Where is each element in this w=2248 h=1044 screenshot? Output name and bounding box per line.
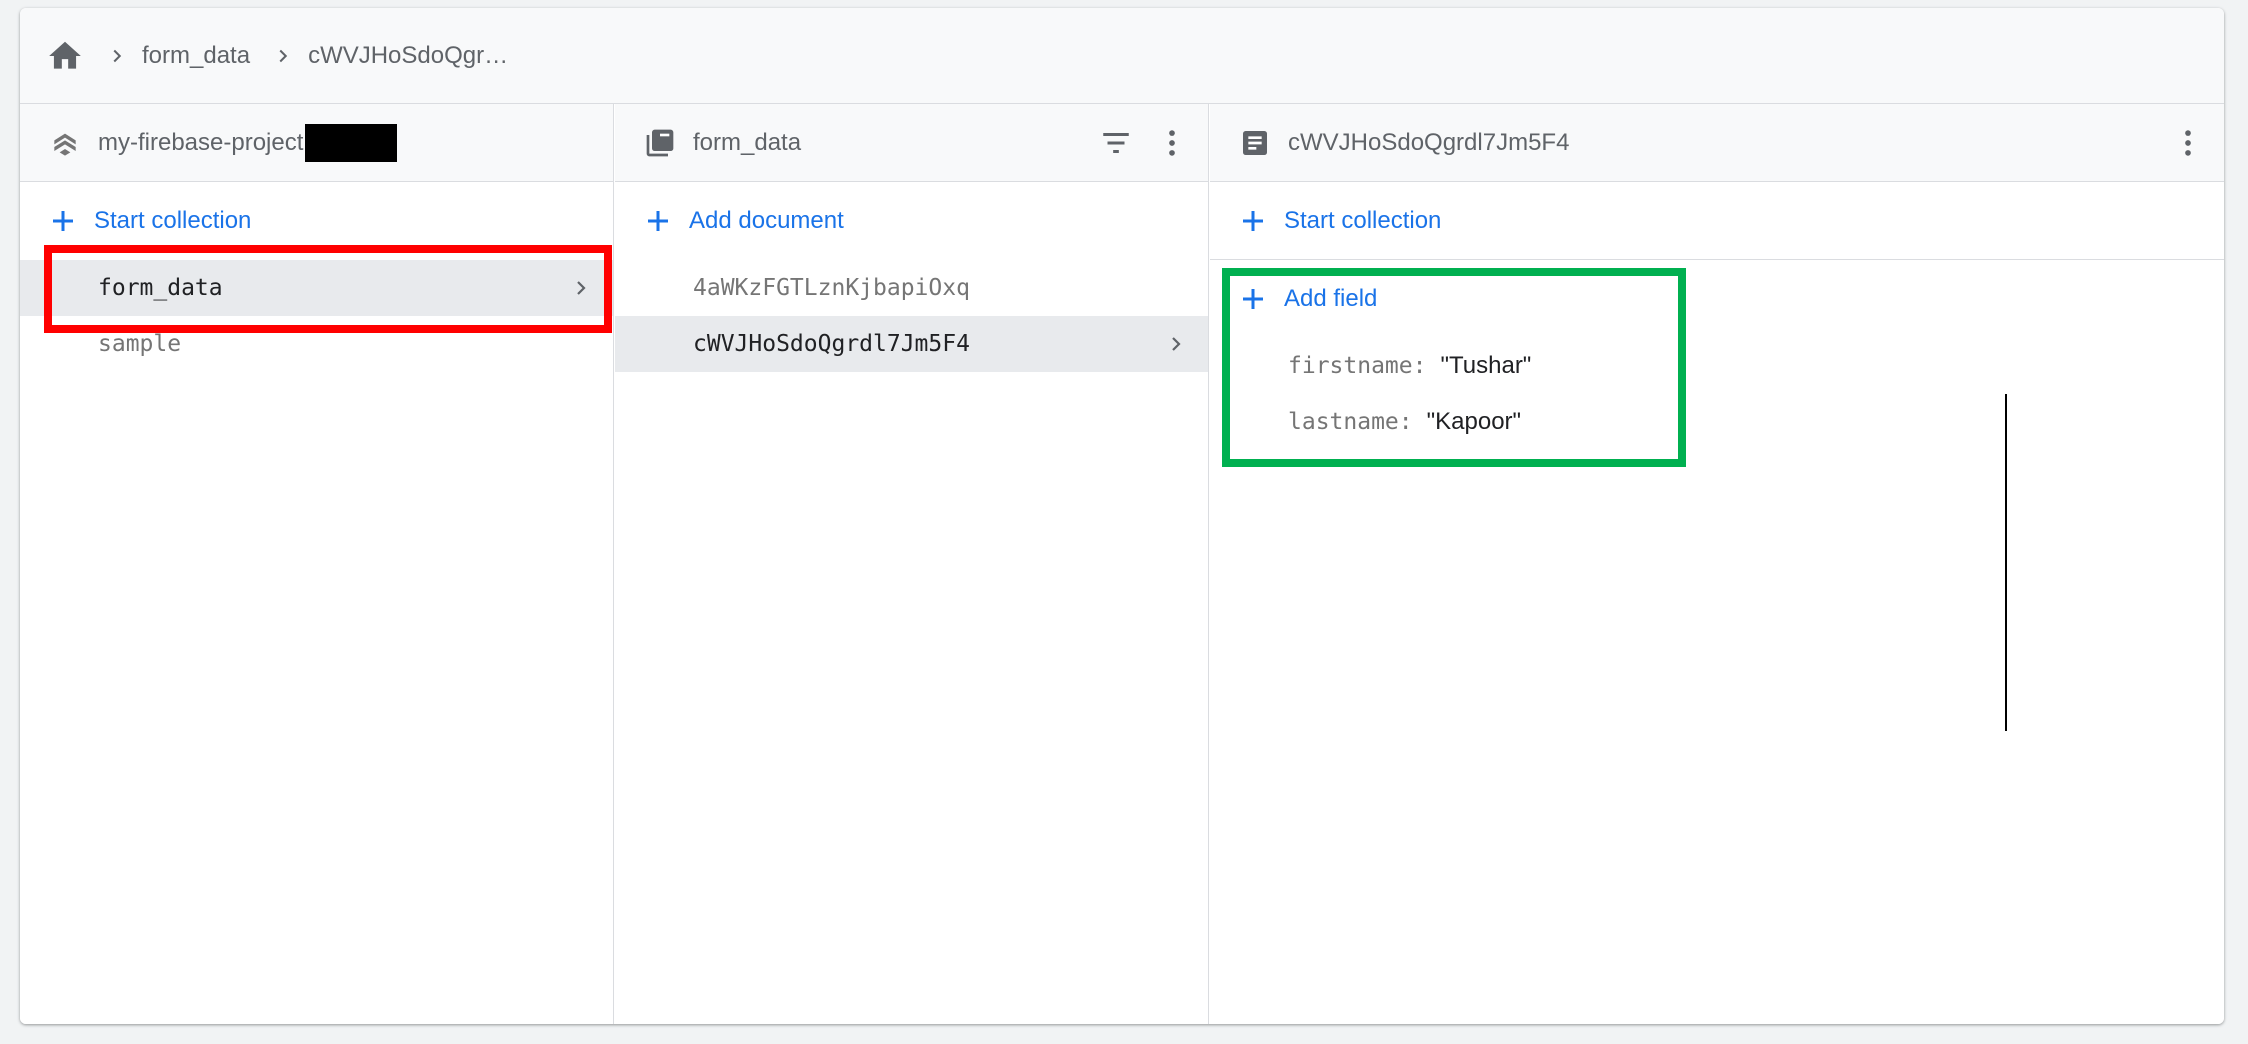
field-key: firstname (1288, 353, 1413, 379)
plus-icon (1236, 282, 1270, 316)
chevron-right-icon (272, 45, 294, 67)
document-panel: cWVJHoSdoQgrdl7Jm5F4 Start collection Ad… (1210, 104, 2224, 1024)
collection-panel-header: form_data (615, 104, 1208, 182)
field-row-firstname[interactable]: firstname: "Tushar" (1210, 338, 2224, 394)
project-name: my-firebase-project (98, 128, 304, 156)
more-vert-icon[interactable] (1154, 125, 1190, 161)
collection-header-actions (1098, 104, 1190, 182)
add-field-label: Add field (1284, 285, 1378, 312)
field-value: "Tushar" (1440, 352, 1532, 379)
document-item-label: cWVJHoSdoQgrdl7Jm5F4 (693, 331, 970, 357)
root-panel-header: my-firebase-project (20, 104, 613, 182)
document-panel-header: cWVJHoSdoQgrdl7Jm5F4 (1210, 104, 2224, 182)
document-fields: Add field firstname: "Tushar" lastname: … (1210, 260, 2224, 450)
field-value: "Kapoor" (1426, 408, 1522, 435)
document-item[interactable]: 4aWKzFGTLznKjbapiOxq (615, 260, 1208, 316)
add-document-button[interactable]: Add document (615, 182, 1208, 260)
document-icon (1238, 126, 1272, 160)
document-title: cWVJHoSdoQgrdl7Jm5F4 (1288, 128, 1570, 156)
home-icon[interactable] (46, 37, 84, 75)
field-row-lastname[interactable]: lastname: "Kapoor" (1210, 394, 2224, 450)
collection-title: form_data (693, 128, 802, 156)
plus-icon (46, 204, 80, 238)
collection-icon (643, 126, 677, 160)
collection-panel: form_data Add document 4aWKzFGTLznKjbapi… (615, 104, 1209, 1024)
add-field-button[interactable]: Add field (1210, 260, 2224, 338)
plus-icon (641, 204, 675, 238)
chevron-right-icon (1164, 316, 1188, 372)
collection-item-sample[interactable]: sample (20, 316, 613, 372)
start-subcollection-label: Start collection (1284, 206, 1442, 234)
add-document-label: Add document (689, 207, 844, 234)
breadcrumb: form_data cWVJHoSdoQgr… (20, 8, 2224, 104)
collection-item-label: form_data (98, 275, 223, 301)
start-collection-label: Start collection (94, 207, 252, 234)
collection-item-label: sample (98, 331, 182, 357)
field-key: lastname (1288, 409, 1399, 435)
collection-item-form-data[interactable]: form_data (20, 260, 613, 316)
breadcrumb-item-document[interactable]: cWVJHoSdoQgr… (308, 42, 508, 70)
firestore-icon (48, 126, 82, 160)
firestore-data-viewer: form_data cWVJHoSdoQgr… my-firebase-proj… (20, 8, 2224, 1024)
chevron-right-icon (569, 260, 593, 316)
breadcrumb-item-collection[interactable]: form_data (142, 42, 250, 70)
root-panel: my-firebase-project Start collection for… (20, 104, 614, 1024)
text-cursor-line (2005, 394, 2007, 731)
more-vert-icon[interactable] (2170, 125, 2206, 161)
filter-icon[interactable] (1098, 125, 1134, 161)
redacted-block (305, 123, 398, 162)
start-subcollection-button[interactable]: Start collection (1210, 182, 2224, 260)
document-header-actions (2170, 104, 2206, 182)
start-collection-button[interactable]: Start collection (20, 182, 613, 260)
chevron-right-icon (106, 45, 128, 67)
document-item-label: 4aWKzFGTLznKjbapiOxq (693, 275, 970, 301)
document-item[interactable]: cWVJHoSdoQgrdl7Jm5F4 (615, 316, 1208, 372)
plus-icon (1236, 204, 1270, 238)
